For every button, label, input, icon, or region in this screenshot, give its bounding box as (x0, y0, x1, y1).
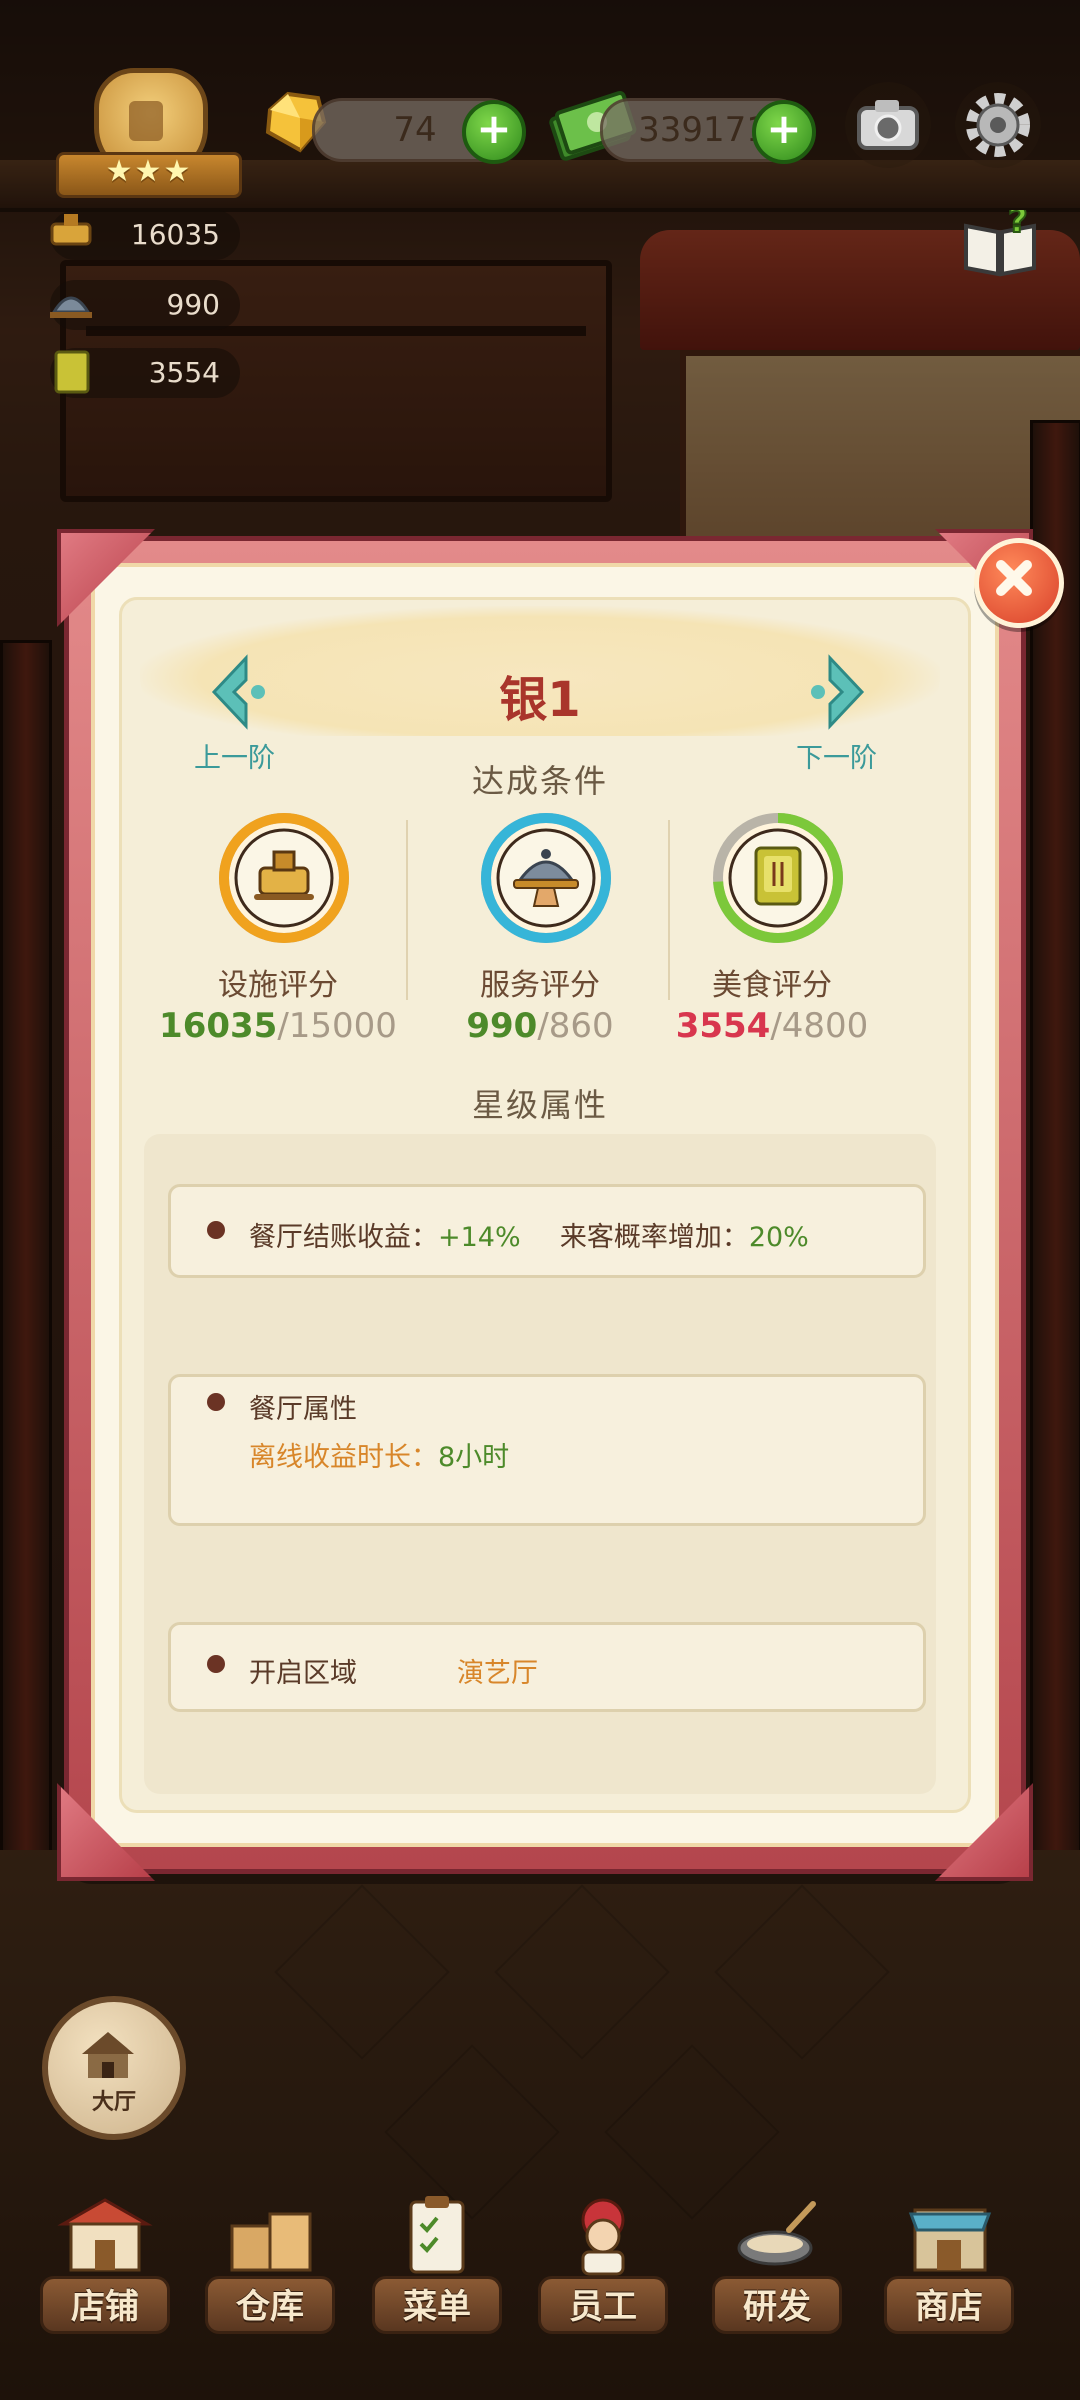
facility-metric: 设施评分 16035/15000 (148, 810, 408, 1070)
chef-icon (581, 2198, 625, 2276)
bullet-dot (207, 1655, 225, 1673)
food-current: 3554 (675, 1006, 771, 1046)
recipe-book-icon (754, 846, 802, 906)
nav-label-staff: 员工 (569, 2287, 637, 2327)
svg-text:?: ? (1008, 210, 1028, 241)
facility-current: 16035 (159, 1006, 278, 1046)
wok-icon (737, 2201, 816, 2266)
bonus-card: 餐厅结账收益：+14% 来客概率增加：20% (168, 1184, 926, 1278)
offline-income-row: 离线收益时长：8小时 (249, 1435, 509, 1474)
metric-divider (406, 820, 408, 1000)
camera-icon (857, 100, 919, 150)
bullet-dot (207, 1221, 225, 1239)
service-required: /860 (537, 1006, 614, 1046)
camera-button[interactable] (845, 82, 931, 168)
restaurant-rank-badge[interactable]: ★★★ (56, 60, 242, 198)
service-current: 990 (466, 1006, 538, 1046)
nav-label-research: 研发 (743, 2287, 811, 2327)
food-metric-label: 美食评分 (712, 968, 832, 1003)
restaurant-attributes-heading: 餐厅属性 (249, 1394, 357, 1425)
tier-title: 银1 (499, 672, 581, 728)
checkout-income-label: 餐厅结账收益： (249, 1222, 438, 1253)
bullet-dot (207, 1393, 225, 1411)
facility-required: /15000 (277, 1006, 397, 1046)
food-metric: 美食评分 3554/4800 (642, 810, 902, 1070)
food-score-row: 3554 (50, 348, 240, 398)
facility-metric-value: 16035/15000 (148, 1006, 408, 1046)
service-score-row: 990 (50, 280, 240, 330)
unlock-area-card: 开启区域 演艺厅 (168, 1622, 926, 1712)
food-score: 3554 (148, 356, 220, 389)
storefront-icon (57, 2198, 153, 2272)
next-tier-arrow-icon[interactable] (810, 652, 870, 732)
facility-score-row: 16035 (50, 210, 240, 260)
service-score: 990 (166, 288, 220, 321)
restaurant-attributes-card: 餐厅属性 离线收益时长：8小时 (168, 1374, 926, 1526)
visitor-chance-value: 20% (748, 1222, 809, 1253)
nav-label-store: 商店 (915, 2287, 983, 2327)
close-icon (996, 560, 1032, 596)
food-required: /4800 (770, 1006, 869, 1046)
offline-income-value: 8小时 (438, 1442, 510, 1473)
add-gems-button[interactable]: + (462, 100, 526, 164)
nav-shop-front[interactable]: 店铺 (30, 2190, 180, 2340)
boxes-icon (230, 2212, 312, 2272)
nav-label-warehouse: 仓库 (236, 2287, 304, 2327)
nav-label-shop-front: 店铺 (71, 2287, 139, 2327)
food-progress-ring (713, 813, 843, 943)
help-book-icon[interactable]: ? (960, 210, 1040, 282)
close-button[interactable] (974, 538, 1064, 628)
recipe-book-icon (54, 350, 90, 394)
nav-label-menu: 菜单 (403, 2287, 471, 2327)
hall-button[interactable]: 大厅 (42, 1996, 186, 2140)
clipboard-icon (409, 2196, 465, 2274)
service-progress-ring (481, 813, 611, 943)
offline-income-label: 离线收益时长： (249, 1442, 438, 1473)
unlock-area-value: 演艺厅 (457, 1658, 538, 1689)
checkout-income-value: +14% (438, 1222, 521, 1253)
nav-research[interactable]: 研发 (702, 2190, 852, 2340)
facility-metric-label: 设施评分 (218, 968, 338, 1003)
prev-tier-button[interactable]: 上一阶 (194, 736, 275, 775)
attributes-heading: 星级属性 (471, 1086, 608, 1124)
service-metric-label: 服务评分 (480, 968, 600, 1003)
gear-icon (966, 93, 1030, 157)
nav-staff[interactable]: 员工 (528, 2190, 678, 2340)
facility-score: 16035 (130, 218, 220, 251)
facility-progress-ring (219, 813, 349, 943)
next-tier-button[interactable]: 下一阶 (796, 736, 877, 775)
add-cash-button[interactable]: + (752, 100, 816, 164)
unlock-area-label: 开启区域 (249, 1658, 357, 1689)
cloche-icon (50, 296, 92, 318)
bonus-text: 餐厅结账收益：+14% 来客概率增加：20% (249, 1215, 809, 1254)
nav-store[interactable]: 商店 (874, 2190, 1024, 2340)
rank-stars: ★★★ (105, 154, 193, 189)
service-metric: 服务评分 990/860 (410, 810, 670, 1070)
service-metric-value: 990/860 (410, 1006, 670, 1046)
hall-label: 大厅 (91, 2090, 136, 2115)
visitor-chance-label: 来客概率增加： (559, 1222, 749, 1253)
nav-warehouse[interactable]: 仓库 (195, 2190, 345, 2340)
conditions-heading: 达成条件 (471, 762, 608, 800)
nav-menu[interactable]: 菜单 (362, 2190, 512, 2340)
prev-tier-arrow-icon[interactable] (206, 652, 266, 732)
food-metric-value: 3554/4800 (642, 1006, 902, 1046)
settings-button[interactable] (955, 82, 1041, 168)
market-stall-icon (908, 2208, 992, 2272)
hotpot-icon (50, 214, 92, 246)
